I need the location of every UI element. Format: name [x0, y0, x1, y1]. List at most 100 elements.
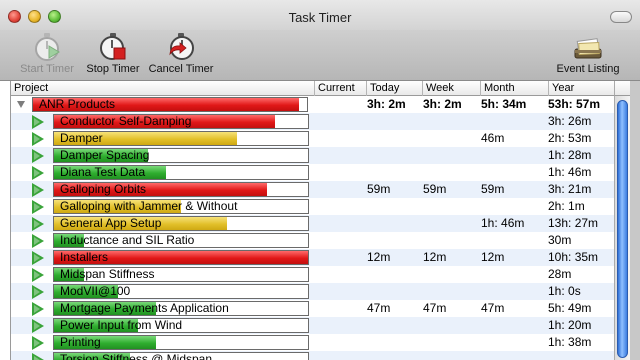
project-progress-bar: Mortgage Payments Application [53, 301, 309, 316]
table-row[interactable]: Torsion Stiffness @ Midspan [11, 351, 614, 360]
cancel-timer-button[interactable]: Cancel Timer [147, 32, 215, 75]
project-progress-bar: Installers [53, 250, 309, 265]
year-time-cell: 1h: 46m [548, 165, 592, 179]
start-task-play-icon[interactable] [32, 336, 44, 350]
project-name: Conductor Self-Damping [60, 114, 192, 128]
column-header-week[interactable]: Week [423, 81, 481, 96]
event-listing-button[interactable]: Event Listing [554, 32, 622, 75]
table-row[interactable]: Conductor Self-Damping 3h: 26m [11, 113, 614, 130]
start-timer-button[interactable]: Start Timer [14, 32, 80, 75]
scrollbar-thumb[interactable] [617, 100, 628, 358]
year-time-cell: 13h: 27m [548, 216, 599, 230]
today-time-cell: 59m [367, 182, 391, 196]
table-row[interactable]: ModVII@100 1h: 0s [11, 283, 614, 300]
table-row[interactable]: Damper 46m 2h: 53m [11, 130, 614, 147]
project-name: ANR Products [39, 97, 116, 111]
month-time-cell: 59m [481, 182, 505, 196]
project-progress-bar: ModVII@100 [53, 284, 309, 299]
table-row[interactable]: Galloping with Jammer & Without 2h: 1m [11, 198, 614, 215]
today-time-cell: 47m [367, 301, 391, 315]
today-time-cell: 12m [367, 250, 391, 264]
project-progress-bar: Damper Spacing [53, 148, 309, 163]
year-time-cell: 28m [548, 267, 572, 281]
project-progress-bar: Power Input from Wind [53, 318, 309, 333]
vertical-scrollbar[interactable] [614, 96, 630, 360]
project-name: Torsion Stiffness @ Midspan [60, 352, 213, 360]
month-time-cell: 5h: 34m [481, 97, 527, 111]
project-name: Galloping Orbits [60, 182, 147, 196]
toolbar-toggle-button[interactable] [610, 11, 632, 23]
start-task-play-icon[interactable] [32, 285, 44, 299]
table-row[interactable]: Mortgage Payments Application 47m 47m 47m 5h… [11, 300, 614, 317]
table-row[interactable]: Diana Test Data 1h: 46m [11, 164, 614, 181]
column-header-month[interactable]: Month [481, 81, 549, 96]
project-progress-bar: Damper [53, 131, 309, 146]
year-time-cell: 10h: 35m [548, 250, 599, 264]
project-name: Damper [60, 131, 103, 145]
year-time-cell: 30m [548, 233, 572, 247]
month-time-cell: 12m [481, 250, 505, 264]
stop-timer-button[interactable]: Stop Timer [82, 32, 144, 75]
project-progress-bar: Midspan Stiffness [53, 267, 309, 282]
project-table: Project Current Today Week Month Year AN… [10, 81, 614, 360]
start-task-play-icon[interactable] [32, 353, 44, 360]
column-header-project[interactable]: Project [11, 81, 315, 96]
project-name: General App Setup [60, 216, 162, 230]
year-time-cell: 1h: 38m [548, 335, 592, 349]
year-time-cell: 3h: 26m [548, 114, 592, 128]
start-task-play-icon[interactable] [32, 149, 44, 163]
year-time-cell: 1h: 20m [548, 318, 592, 332]
column-header-today[interactable]: Today [367, 81, 423, 96]
week-time-cell: 12m [423, 250, 447, 264]
project-name: Power Input from Wind [60, 318, 183, 332]
week-time-cell: 47m [423, 301, 447, 315]
week-time-cell: 59m [423, 182, 447, 196]
table-row[interactable]: Power Input from Wind 1h: 20m [11, 317, 614, 334]
column-header-current[interactable]: Current [315, 81, 367, 96]
project-name: ModVII@100 [60, 284, 131, 298]
table-row[interactable]: Midspan Stiffness 28m [11, 266, 614, 283]
table-row[interactable]: General App Setup 1h: 46m 13h: 27m [11, 215, 614, 232]
project-name: Inductance and SIL Ratio [60, 233, 195, 247]
group-row[interactable]: ANR Products 3h: 2m 3h: 2m 5h: 34m 53h: 57m [11, 96, 614, 113]
start-task-play-icon[interactable] [32, 319, 44, 333]
start-task-play-icon[interactable] [32, 217, 44, 231]
project-progress-bar: Galloping Orbits [53, 182, 309, 197]
project-progress-bar: Inductance and SIL Ratio [53, 233, 309, 248]
start-task-play-icon[interactable] [32, 115, 44, 129]
table-row[interactable]: Printing 1h: 38m [11, 334, 614, 351]
start-task-play-icon[interactable] [32, 251, 44, 265]
year-time-cell: 1h: 0s [548, 284, 581, 298]
table-row[interactable]: Inductance and SIL Ratio 30m [11, 232, 614, 249]
project-name: Diana Test Data [60, 165, 146, 179]
start-task-play-icon[interactable] [32, 166, 44, 180]
project-progress-bar: Printing [53, 335, 309, 350]
year-time-cell: 3h: 21m [548, 182, 592, 196]
event-listing-icon [574, 38, 602, 59]
start-task-play-icon[interactable] [32, 268, 44, 282]
toolbar: Start Timer Stop Timer Cancel Timer Even… [0, 30, 640, 81]
window-title: Task Timer [288, 10, 352, 25]
start-task-play-icon[interactable] [32, 132, 44, 146]
year-time-cell: 53h: 57m [548, 97, 601, 111]
column-header-year[interactable]: Year [549, 81, 614, 96]
month-time-cell: 47m [481, 301, 505, 315]
table-row[interactable]: Galloping Orbits 59m 59m 59m 3h: 21m [11, 181, 614, 198]
project-progress-bar: Conductor Self-Damping [53, 114, 309, 129]
week-time-cell: 3h: 2m [423, 97, 462, 111]
start-task-play-icon[interactable] [32, 200, 44, 214]
project-name: Galloping with Jammer & Without [60, 199, 238, 213]
today-time-cell: 3h: 2m [367, 97, 406, 111]
year-time-cell: 2h: 1m [548, 199, 585, 213]
start-task-play-icon[interactable] [32, 302, 44, 316]
start-task-play-icon[interactable] [32, 234, 44, 248]
start-task-play-icon[interactable] [32, 183, 44, 197]
project-progress-bar: Diana Test Data [53, 165, 309, 180]
cancel-timer-label: Cancel Timer [148, 63, 214, 75]
table-row[interactable]: Installers 12m 12m 12m 10h: 35m [11, 249, 614, 266]
table-body: ANR Products 3h: 2m 3h: 2m 5h: 34m 53h: 57m C… [11, 96, 614, 360]
disclosure-triangle-icon[interactable] [17, 101, 25, 108]
stopwatch-stop-icon [100, 33, 126, 60]
table-row[interactable]: Damper Spacing 1h: 28m [11, 147, 614, 164]
project-progress-bar: ANR Products [32, 97, 308, 112]
